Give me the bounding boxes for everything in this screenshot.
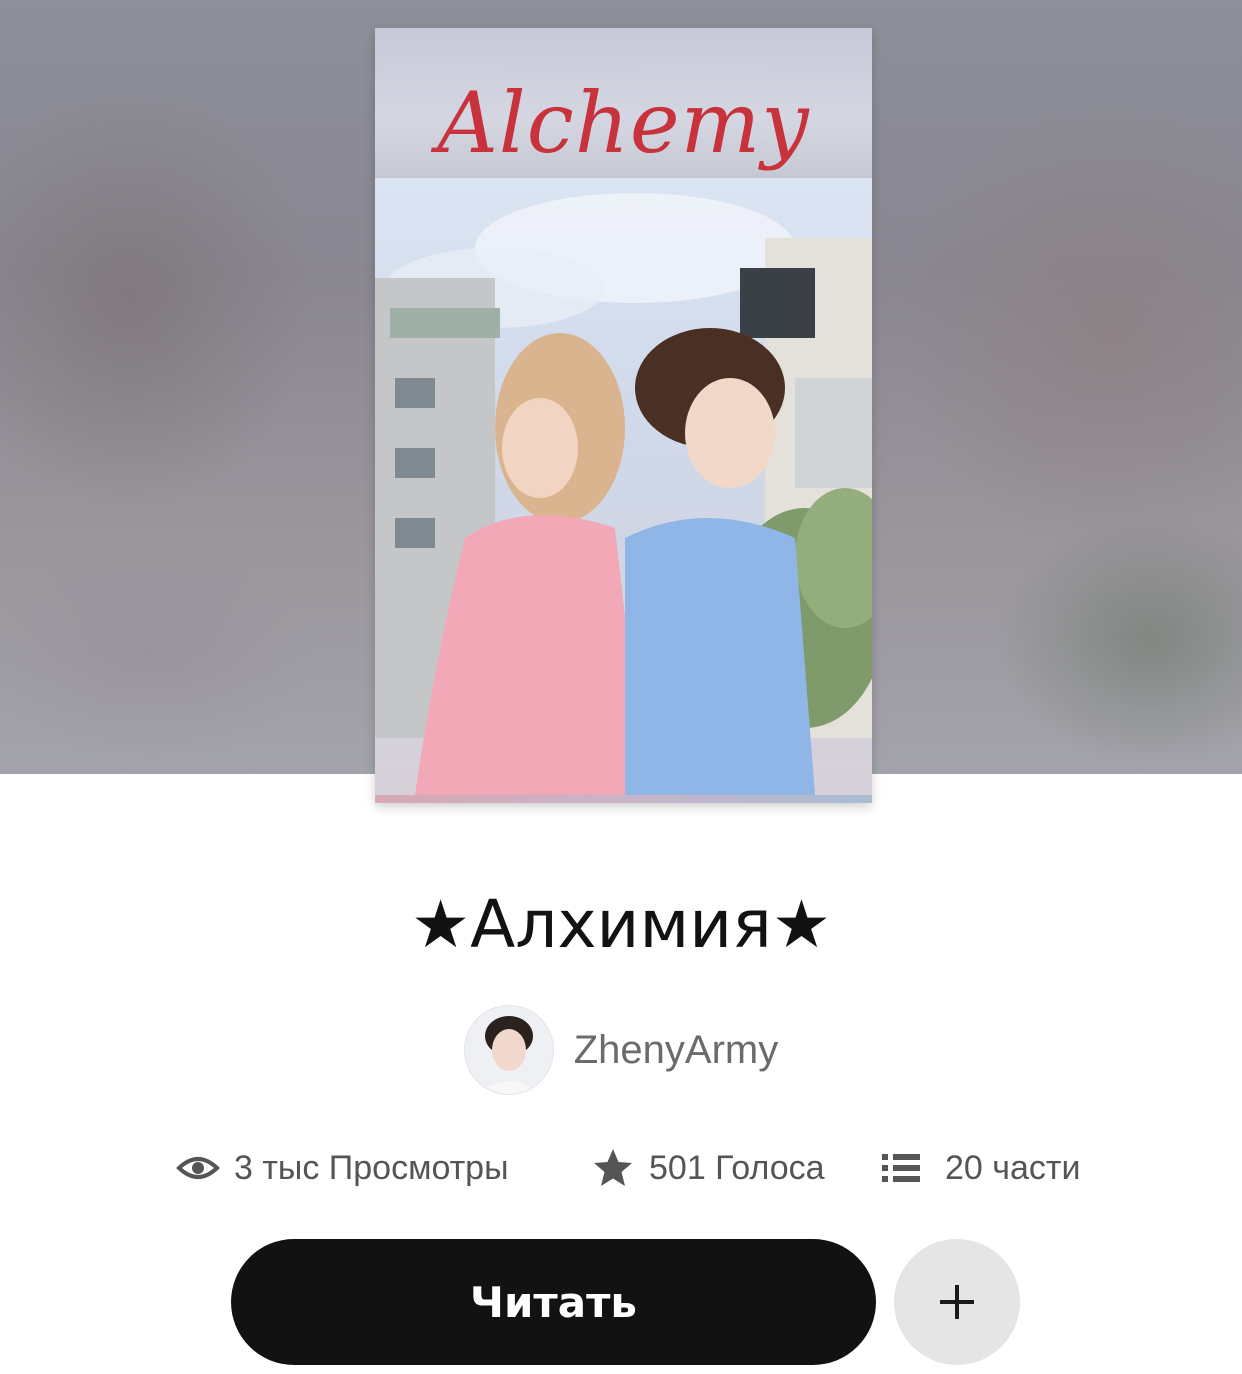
author-avatar[interactable]	[463, 1005, 554, 1095]
stats-row: 3 тыс Просмотры 501 Голоса 20 части	[0, 1140, 1242, 1196]
cover-photo	[375, 178, 872, 795]
book-cover[interactable]: Alchemy	[375, 28, 872, 803]
star-icon	[594, 1149, 632, 1186]
votes-stat: 501 Голоса	[591, 1140, 825, 1196]
avatar-image	[464, 1006, 553, 1094]
read-button[interactable]: Читать	[231, 1239, 876, 1365]
parts-count[interactable]: 20 части	[945, 1149, 1080, 1188]
author-row[interactable]: ZhenyArmy	[0, 1005, 1242, 1095]
story-details-page: Alchemy ★Алхимия★ ZhenyArmy 3 тыс Просмо…	[0, 0, 1242, 1374]
cover-title-art: Alchemy	[437, 74, 810, 172]
list-icon	[882, 1154, 920, 1182]
plus-icon	[940, 1285, 974, 1319]
votes-count: 501 Голоса	[649, 1148, 825, 1187]
eye-icon	[176, 1157, 220, 1179]
views-count: 3 тыс Просмотры	[234, 1148, 509, 1187]
cover-bottom-band	[375, 795, 872, 803]
cover-illustration	[375, 193, 872, 795]
author-name[interactable]: ZhenyArmy	[574, 1028, 779, 1073]
parts-stat[interactable]: 20 части	[879, 1140, 1080, 1196]
story-title: ★Алхимия★	[410, 886, 831, 963]
views-stat: 3 тыс Просмотры	[176, 1140, 509, 1196]
add-to-library-button[interactable]	[894, 1239, 1020, 1365]
